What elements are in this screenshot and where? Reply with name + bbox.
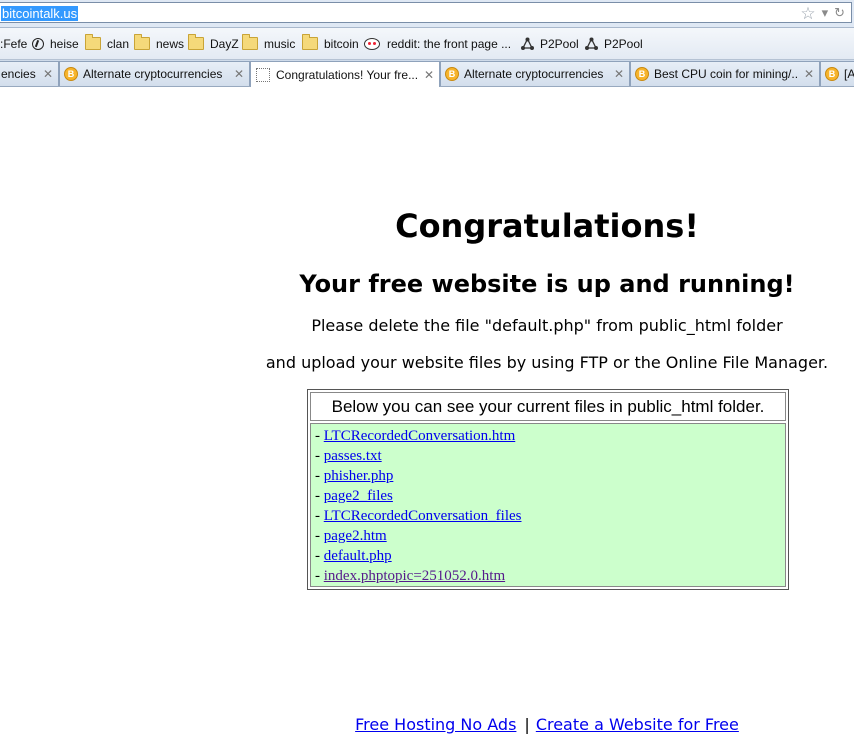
files-table-header: Below you can see your current files in … [310,392,786,421]
file-link[interactable]: default.php [324,548,392,564]
list-item: - default.php [315,546,785,566]
file-link[interactable]: LTCRecordedConversation_files [324,508,522,524]
file-link[interactable]: passes.txt [324,448,382,464]
tab-label: encies [1,67,36,81]
file-link[interactable]: page2.htm [324,528,387,544]
page-content: Congratulations! Your free website is up… [0,87,854,756]
bookmark-heise[interactable]: heise [32,28,79,59]
bookmark-folder-dayz[interactable]: DayZ [188,28,239,59]
list-item: - LTCRecordedConversation.htm [315,426,785,446]
create-website-link[interactable]: Create a Website for Free [536,715,739,734]
bookmark-p2pool-1[interactable]: P2Pool [521,28,579,59]
dropdown-arrow-icon[interactable]: ▾ [822,6,829,21]
tab-partial-right[interactable]: B [A [820,61,854,86]
reload-icon[interactable]: ↻ [834,6,845,21]
file-link[interactable]: page2_files [324,488,393,504]
tab-close-icon[interactable]: ✕ [803,67,815,81]
bookmark-label: P2Pool [604,36,643,51]
file-bullet: - [315,468,324,484]
file-link[interactable]: LTCRecordedConversation.htm [324,428,516,444]
folder-icon [188,34,204,50]
tab-label: Best CPU coin for mining/... [654,67,797,81]
file-bullet: - [315,508,324,524]
tab-label: Alternate cryptocurrencies [464,67,604,81]
bitcoin-icon: B [825,67,839,81]
bookmark-label: bitcoin [324,36,359,51]
tab-label: Congratulations! Your fre... [276,67,417,82]
bookmark-label: news [156,36,185,51]
tab-label: [A [844,67,854,81]
bookmark-star-icon[interactable]: ☆ [800,4,815,24]
file-bullet: - [315,448,324,464]
url-text: bitcointalk.us [1,6,79,21]
tab-close-icon[interactable]: ✕ [423,68,435,82]
tab-congratulations[interactable]: Congratulations! Your fre... ✕ [250,61,440,87]
tab-best-cpu-coin[interactable]: B Best CPU coin for mining/... ✕ [630,61,820,86]
file-bullet: - [315,488,324,504]
file-link[interactable]: phisher.php [324,468,394,484]
instruction-line-1: Please delete the file "default.php" fro… [311,316,783,335]
tab-label: Alternate cryptocurrencies [83,67,223,81]
bookmarks-toolbar: :Fefe heise clan news DayZ music bitcoin… [0,28,854,60]
tab-cryptocurrencies-partial[interactable]: encies ✕ [0,61,59,86]
file-bullet: - [315,548,324,564]
heise-icon [32,37,44,50]
bitcoin-icon: B [64,67,78,81]
page-subheading: Your free website is up and running! [299,270,795,298]
bookmark-folder-music[interactable]: music [242,28,295,59]
bookmark-label: music [264,36,296,51]
tab-close-icon[interactable]: ✕ [233,67,245,81]
bitcoin-icon: B [635,67,649,81]
bookmark-folder-news[interactable]: news [134,28,184,59]
url-input[interactable]: bitcointalk.us ☆ ▾ ↻ [0,2,852,24]
tab-alternate-cryptocurrencies[interactable]: B Alternate cryptocurrencies ✕ [59,61,250,86]
files-table: Below you can see your current files in … [307,389,789,590]
bookmark-folder-clan[interactable]: clan [85,28,129,59]
page-icon [256,67,270,82]
list-item: - passes.txt [315,446,785,466]
folder-icon [85,34,101,50]
file-bullet: - [315,528,324,544]
bookmark-p2pool-2[interactable]: P2Pool [585,28,643,59]
bitcoin-icon: B [445,67,459,81]
page-heading: Congratulations! [395,207,699,245]
bookmark-folder-bitcoin[interactable]: bitcoin [302,28,359,59]
files-list: - LTCRecordedConversation.htm - passes.t… [310,423,786,587]
file-bullet: - [315,428,324,444]
bookmark-reddit[interactable]: reddit: the front page ... [364,28,511,59]
list-item: - index.phptopic=251052.0.htm [315,566,785,586]
footer: Free Hosting No Ads | Create a Website for… [260,715,834,735]
free-hosting-link[interactable]: Free Hosting No Ads [355,715,516,734]
bookmark-label: clan [107,36,130,51]
folder-icon [302,34,318,50]
folder-icon [242,34,258,50]
address-bar: bitcointalk.us ☆ ▾ ↻ [0,0,854,28]
list-item: - page2.htm [315,526,785,546]
list-item: - LTCRecordedConversation_files [315,506,785,526]
instruction-line-2: and upload your website files by using F… [265,353,829,372]
list-item: - page2_files [315,486,785,506]
tab-strip: encies ✕ B Alternate cryptocurrencies ✕ … [0,60,854,87]
bookmark-label: P2Pool [540,36,579,51]
footer-separator: | [524,715,530,734]
tab-close-icon[interactable]: ✕ [613,67,625,81]
tab-alternate-cryptocurrencies-2[interactable]: B Alternate cryptocurrencies ✕ [440,61,630,86]
reddit-icon [364,37,380,50]
url-icons: ☆ ▾ ↻ [800,4,845,24]
list-item: - phisher.php [315,466,785,486]
file-link[interactable]: index.phptopic=251052.0.htm [324,568,505,584]
bookmark-fefe[interactable]: :Fefe [0,28,27,59]
bookmark-label: reddit: the front page ... [387,36,512,51]
tab-close-icon[interactable]: ✕ [42,67,54,81]
bookmark-label: DayZ [210,36,239,51]
bookmark-label: heise [50,36,79,51]
folder-icon [134,34,150,50]
bookmark-label: :Fefe [0,36,28,51]
file-bullet: - [315,568,324,584]
p2pool-icon [521,37,534,50]
p2pool-icon [585,37,598,50]
